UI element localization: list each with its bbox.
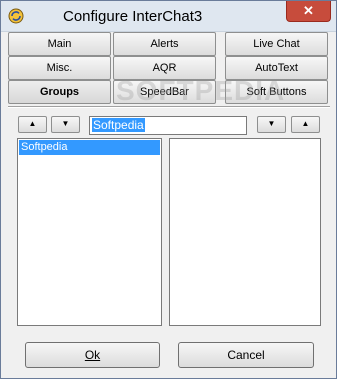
arrow-down-icon: ▼ (61, 119, 70, 128)
groups-list[interactable]: Softpedia (17, 138, 162, 326)
tab-soft-buttons[interactable]: Soft Buttons (225, 80, 328, 104)
close-button[interactable]: ✕ (286, 1, 331, 22)
move-down-button-left[interactable]: ▼ (51, 116, 80, 133)
arrow-up-icon: ▲ (301, 119, 310, 128)
group-name-value: Softpedia (92, 118, 145, 132)
tab-autotext[interactable]: AutoText (225, 56, 328, 80)
ok-label: Ok (84, 348, 101, 362)
close-icon: ✕ (303, 3, 314, 18)
tab-aqr[interactable]: AQR (113, 56, 216, 80)
arrow-up-icon: ▲ (28, 119, 37, 128)
tab-groups[interactable]: Groups (8, 80, 111, 104)
title-bar: Configure InterChat3 ✕ (1, 1, 336, 32)
cancel-button[interactable]: Cancel (178, 342, 314, 368)
move-up-button-right[interactable]: ▲ (291, 116, 320, 133)
move-down-button-right[interactable]: ▼ (257, 116, 286, 133)
configure-window: Configure InterChat3 ✕ Main Alerts Live … (0, 0, 337, 379)
group-name-input[interactable]: Softpedia (89, 116, 247, 135)
tab-alerts[interactable]: Alerts (113, 32, 216, 56)
tab-divider (8, 106, 330, 108)
arrow-down-icon: ▼ (267, 119, 276, 128)
tab-live-chat[interactable]: Live Chat (225, 32, 328, 56)
tab-row-1: Main Alerts Live Chat (8, 32, 330, 56)
tab-row-2: Misc. AQR AutoText (8, 56, 330, 80)
tab-main[interactable]: Main (8, 32, 111, 56)
cancel-label: Cancel (227, 348, 265, 362)
tab-row-3: Groups SpeedBar Soft Buttons (8, 80, 330, 104)
ok-button[interactable]: Ok (25, 342, 160, 368)
interchat-app-icon (8, 8, 24, 24)
tab-misc[interactable]: Misc. (8, 56, 111, 80)
window-title: Configure InterChat3 (63, 8, 203, 25)
list-item-softpedia[interactable]: Softpedia (19, 140, 160, 155)
group-members-list[interactable] (169, 138, 321, 326)
move-up-button-left[interactable]: ▲ (18, 116, 47, 133)
tab-speedbar[interactable]: SpeedBar (113, 80, 216, 104)
